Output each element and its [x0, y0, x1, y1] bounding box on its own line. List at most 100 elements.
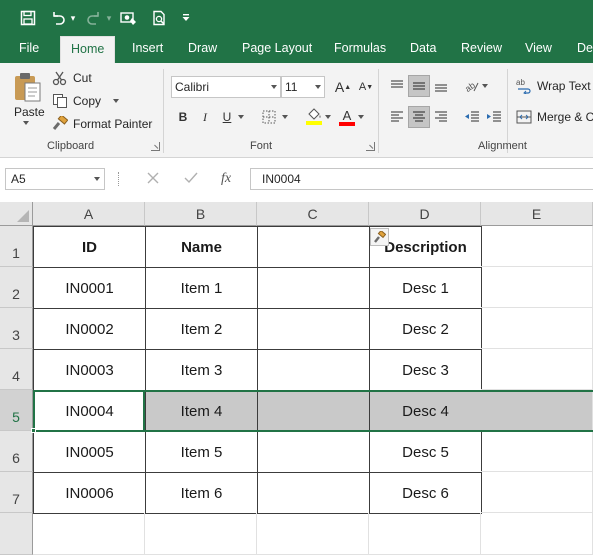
- paste-options-icon[interactable]: [370, 228, 389, 246]
- undo-icon[interactable]: [48, 6, 68, 30]
- underline-dropdown-icon[interactable]: [235, 106, 247, 128]
- cell-b2[interactable]: Item 1: [145, 267, 258, 309]
- font-name-combo[interactable]: Calibri: [171, 76, 281, 98]
- cell-d8[interactable]: [369, 513, 481, 555]
- row-header-6[interactable]: 6: [0, 431, 33, 472]
- copy-dropdown-icon[interactable]: [113, 99, 120, 103]
- cell-b6[interactable]: Item 5: [145, 431, 258, 473]
- orientation-icon[interactable]: ab: [461, 75, 491, 97]
- insert-function-icon[interactable]: fx: [221, 171, 231, 187]
- tab-home[interactable]: Home: [60, 36, 116, 63]
- cell-b4[interactable]: Item 3: [145, 349, 258, 391]
- cell-a3[interactable]: IN0002: [33, 308, 146, 350]
- enter-icon[interactable]: [184, 172, 198, 187]
- cell-c7[interactable]: [257, 472, 370, 514]
- cell-b8[interactable]: [145, 513, 257, 555]
- cell-e1[interactable]: [481, 226, 593, 267]
- merge-center-button[interactable]: Merge & C: [516, 109, 593, 125]
- name-box[interactable]: A5: [5, 168, 105, 190]
- borders-dropdown-icon[interactable]: [279, 106, 291, 128]
- cell-c2[interactable]: [257, 267, 370, 309]
- cell-e4[interactable]: [481, 349, 593, 390]
- cell-a5[interactable]: IN0004: [33, 390, 146, 432]
- cell-d4[interactable]: Desc 3: [369, 349, 482, 391]
- row-header-8[interactable]: [0, 513, 33, 555]
- format-painter-button[interactable]: Format Painter: [52, 116, 152, 132]
- font-size-dropdown-icon[interactable]: [312, 77, 324, 97]
- row-header-5[interactable]: 5: [0, 390, 33, 431]
- cell-a2[interactable]: IN0001: [33, 267, 146, 309]
- fill-color-dropdown-icon[interactable]: [322, 106, 334, 128]
- cell-e7[interactable]: [481, 472, 593, 513]
- cell-d7[interactable]: Desc 6: [369, 472, 482, 514]
- cut-button[interactable]: Cut: [52, 70, 92, 86]
- paste-button[interactable]: [13, 71, 43, 103]
- cell-c8[interactable]: [257, 513, 369, 555]
- redo-dropdown-icon[interactable]: ▾: [104, 6, 114, 30]
- font-name-dropdown-icon[interactable]: [268, 77, 280, 97]
- tab-view[interactable]: View: [525, 36, 552, 63]
- italic-button[interactable]: I: [194, 106, 216, 128]
- select-all-button[interactable]: [0, 202, 33, 226]
- paste-label[interactable]: Paste: [14, 105, 45, 119]
- tab-developer[interactable]: Dev: [577, 36, 593, 63]
- align-bottom-icon[interactable]: [430, 75, 452, 97]
- cell-e2[interactable]: [481, 267, 593, 308]
- cell-a1[interactable]: ID: [33, 226, 146, 268]
- paste-dropdown-icon[interactable]: [23, 121, 29, 125]
- bold-button[interactable]: B: [172, 106, 194, 128]
- cancel-icon[interactable]: [147, 172, 159, 187]
- borders-icon[interactable]: [258, 106, 280, 128]
- decrease-font-size-icon[interactable]: A ▼: [355, 76, 377, 98]
- cell-d6[interactable]: Desc 5: [369, 431, 482, 473]
- cell-e8[interactable]: [481, 513, 593, 555]
- align-top-icon[interactable]: [386, 75, 408, 97]
- name-box-dropdown-icon[interactable]: [94, 177, 100, 181]
- cell-a4[interactable]: IN0003: [33, 349, 146, 391]
- fill-handle[interactable]: [31, 428, 36, 433]
- tab-insert[interactable]: Insert: [132, 36, 163, 63]
- row-header-3[interactable]: 3: [0, 308, 33, 349]
- align-left-icon[interactable]: [386, 106, 408, 128]
- tab-page-layout[interactable]: Page Layout: [242, 36, 312, 63]
- align-middle-icon[interactable]: [408, 75, 430, 97]
- save-icon[interactable]: [16, 6, 40, 30]
- cell-b1[interactable]: Name: [145, 226, 258, 268]
- tab-file[interactable]: File: [19, 36, 39, 63]
- decrease-indent-icon[interactable]: [461, 106, 483, 128]
- wrap-text-button[interactable]: ab Wrap Text: [516, 78, 591, 94]
- cell-c1[interactable]: [257, 226, 370, 268]
- column-header-c[interactable]: C: [257, 202, 369, 226]
- cell-a8[interactable]: [33, 513, 145, 555]
- tab-formulas[interactable]: Formulas: [334, 36, 386, 63]
- copy-button[interactable]: Copy: [52, 93, 120, 109]
- undo-dropdown-icon[interactable]: ▾: [68, 6, 78, 30]
- column-header-a[interactable]: A: [33, 202, 145, 226]
- increase-indent-icon[interactable]: [483, 106, 505, 128]
- cell-d2[interactable]: Desc 1: [369, 267, 482, 309]
- cell-a7[interactable]: IN0006: [33, 472, 146, 514]
- formula-input[interactable]: IN0004: [250, 168, 593, 190]
- cell-c6[interactable]: [257, 431, 370, 473]
- cell-b5[interactable]: Item 4: [145, 390, 258, 432]
- cell-c3[interactable]: [257, 308, 370, 350]
- cell-c4[interactable]: [257, 349, 370, 391]
- column-header-d[interactable]: D: [369, 202, 481, 226]
- row-header-2[interactable]: 2: [0, 267, 33, 308]
- font-launcher-icon[interactable]: [366, 142, 375, 151]
- cell-e3[interactable]: [481, 308, 593, 349]
- column-header-e[interactable]: E: [481, 202, 593, 226]
- cell-a6[interactable]: IN0005: [33, 431, 146, 473]
- increase-font-size-icon[interactable]: A ▲: [332, 76, 354, 98]
- cell-d3[interactable]: Desc 2: [369, 308, 482, 350]
- row-header-4[interactable]: 4: [0, 349, 33, 390]
- tab-data[interactable]: Data: [410, 36, 436, 63]
- row-header-7[interactable]: 7: [0, 472, 33, 513]
- align-center-icon[interactable]: [408, 106, 430, 128]
- clipboard-launcher-icon[interactable]: [151, 142, 160, 151]
- column-header-b[interactable]: B: [145, 202, 257, 226]
- tab-draw[interactable]: Draw: [188, 36, 217, 63]
- align-right-icon[interactable]: [430, 106, 452, 128]
- cell-e5[interactable]: [481, 390, 593, 431]
- font-size-combo[interactable]: 11: [281, 76, 325, 98]
